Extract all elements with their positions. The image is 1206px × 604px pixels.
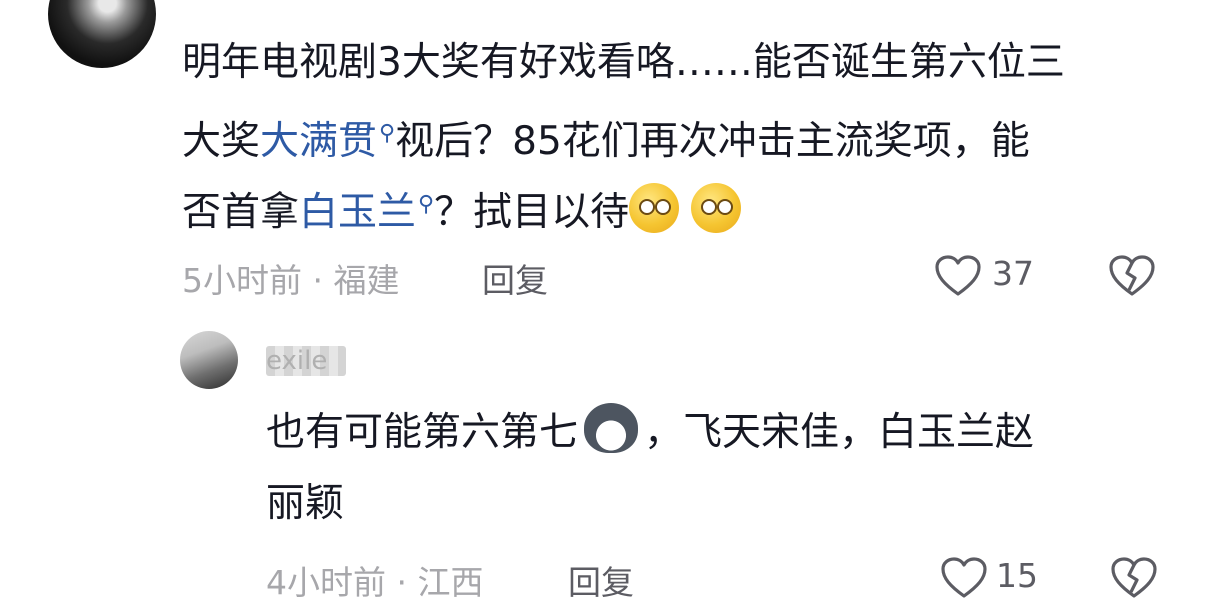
reply-time-location: 4小时前 · 江西 [266,563,484,602]
broken-heart-icon[interactable] [1110,556,1158,600]
search-link-bai-yu-lan[interactable]: 白玉兰 [299,190,416,235]
comment-time-location: 5小时前 · 福建 [182,261,400,300]
comment-text-line-3: 否首拿白玉兰⚲？拭目以待 [182,170,753,247]
reply-line-2-text: 丽颖 [266,481,345,526]
reply-button[interactable]: 回复 [482,254,548,302]
reply-username[interactable]: exile [266,346,346,376]
comment-text-line-2: 大奖大满贯⚲视后？85花们再次冲击主流奖项，能 [182,99,1030,176]
comment-line-3-pre: 否首拿 [182,190,300,235]
reply-text-line-1: 也有可能第六第七 ，飞天宋佳，白玉兰赵 [266,398,1034,467]
reply-line-1-post: ，飞天宋佳，白玉兰赵 [644,410,1035,455]
heart-icon[interactable] [940,556,988,600]
reply-avatar[interactable] [180,331,238,389]
search-icon[interactable]: ⚲ [379,121,395,146]
reply-reply-button[interactable]: 回复 [568,556,634,604]
comment-text-line-1: 明年电视剧3大奖有好戏看咯……能否诞生第六位三 [182,28,1065,97]
comment-line-3-post: ？拭目以待 [434,190,630,235]
search-icon[interactable]: ⚲ [418,192,434,217]
comment-line-2-pre: 大奖 [182,119,261,164]
broken-heart-icon[interactable] [1108,254,1156,298]
dizzy-face-emoji-icon [691,183,742,233]
reply-text-line-2: 丽颖 [266,469,344,538]
like-count: 37 [992,254,1034,293]
search-link-da-man-guan[interactable]: 大满贯 [260,119,377,164]
heart-icon[interactable] [934,254,982,298]
reply-like-count: 15 [996,556,1038,595]
comment-line-2-post: 视后？85花们再次冲击主流奖项，能 [395,119,1030,164]
dizzy-face-emoji-icon [629,183,680,233]
husky-dog-emoji-icon [584,403,639,453]
comment-line-1-text: 明年电视剧3大奖有好戏看咯……能否诞生第六位三 [182,40,1065,85]
commenter-avatar[interactable] [48,0,156,68]
reply-line-1-pre: 也有可能第六第七 [266,410,579,455]
